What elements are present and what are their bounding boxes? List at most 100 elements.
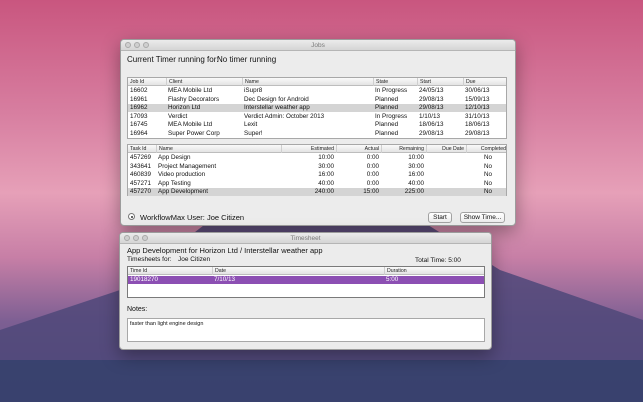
cell-name: Super! [244, 130, 263, 137]
cell-state: Planned [375, 95, 399, 103]
cell-start: 18/06/13 [419, 121, 444, 129]
cell-client: Super Power Corp [168, 130, 220, 137]
start-button[interactable]: Start [428, 212, 452, 223]
cell-due: 30/06/13 [465, 87, 490, 94]
table-row[interactable]: 16602 MEA Mobile Ltd iSupr8 In Progress 24/0… [128, 87, 506, 95]
cell-id: 457270 [130, 188, 152, 196]
cell-id: 343641 [130, 162, 152, 170]
cell-completed: No [483, 188, 492, 196]
cell-duration: 5:00 [386, 276, 399, 283]
cell-state: Planned [375, 104, 399, 112]
cell-actual: 0:00 [366, 171, 379, 179]
cell-name: iSupr8 [244, 87, 263, 94]
col-time-id[interactable]: Time Id [128, 267, 212, 275]
cell-due [426, 171, 464, 179]
minimize-window-button[interactable] [134, 42, 140, 48]
cell-due [426, 163, 464, 171]
table-row[interactable]: 16962 Horizon Ltd Interstellar weather app… [128, 104, 506, 113]
cell-id: 19018270 [130, 276, 159, 283]
current-timer-label: Current Timer running for: [127, 55, 219, 64]
cell-name: Project Management [158, 162, 217, 170]
col-due-date[interactable]: Due Date [426, 145, 466, 153]
timesheet-window: Timesheet App Development for Horizon Lt… [119, 232, 492, 350]
col-duration[interactable]: Duration [384, 267, 486, 275]
col-remaining[interactable]: Remaining [381, 145, 426, 153]
table-row[interactable]: 457271 App Testing 40:00 0:00 40:00 No [128, 180, 506, 188]
zoom-window-button[interactable] [142, 235, 148, 241]
cell-due [426, 180, 464, 188]
jobs-table: Job Id Client Name State Start Due 16602… [127, 77, 507, 139]
cell-id: 16962 [130, 104, 148, 112]
cell-client: MEA Mobile Ltd [168, 121, 213, 129]
current-timer-value: No timer running [217, 55, 277, 64]
col-due[interactable]: Due [463, 78, 508, 86]
workflowmax-user-label: WorkflowMax User: Joe Citizen [140, 213, 245, 222]
cell-id: 16961 [130, 95, 148, 103]
close-window-button[interactable] [125, 42, 131, 48]
cell-state: In Progress [375, 87, 408, 94]
cell-actual: 15:00 [363, 188, 379, 196]
cell-due: 31/10/13 [465, 112, 490, 120]
cell-name: Lexit [244, 121, 258, 129]
cell-id: 460839 [130, 171, 152, 179]
table-row[interactable]: 343641 Project Management 30:00 0:00 30:00 No [128, 163, 506, 171]
notes-textarea[interactable]: faster than light engine design [127, 318, 485, 342]
col-state[interactable]: State [373, 78, 417, 86]
zoom-window-button[interactable] [143, 42, 149, 48]
cell-id: 457271 [130, 179, 152, 187]
cell-completed: No [483, 162, 492, 170]
col-estimated[interactable]: Estimated [281, 145, 336, 153]
cell-name: Video production [158, 171, 206, 179]
timesheet-window-title: Timesheet [290, 235, 321, 242]
col-task-name[interactable]: Name [156, 145, 281, 153]
timesheet-table-header: Time Id Date Duration [128, 267, 484, 275]
cell-id: 16602 [130, 87, 148, 94]
minimize-window-button[interactable] [133, 235, 139, 241]
col-name[interactable]: Name [242, 78, 373, 86]
user-radio-icon[interactable] [128, 213, 135, 220]
cell-client: Horizon Ltd [168, 104, 201, 112]
timesheet-table: Time Id Date Duration 19018270 7/10/13 5:0… [127, 266, 485, 298]
close-window-button[interactable] [124, 235, 130, 241]
cell-actual: 0:00 [366, 179, 379, 187]
table-row[interactable]: 460839 Video production 16:00 0:00 16:00 No [128, 171, 506, 179]
cell-start: 24/05/13 [419, 87, 444, 94]
col-date[interactable]: Date [212, 267, 384, 275]
timesheets-for-label: Timesheets for: [127, 256, 172, 263]
cell-estimated: 30:00 [318, 162, 334, 170]
cell-name: App Design [158, 154, 191, 161]
cell-name: Verdict Admin: October 2013 [244, 112, 325, 120]
cell-remaining: 225:00 [404, 188, 424, 196]
cell-remaining: 40:00 [408, 179, 424, 187]
show-time-button[interactable]: Show Time... [460, 212, 505, 223]
col-task-id[interactable]: Task Id [128, 145, 156, 153]
col-completed[interactable]: Completed [466, 145, 508, 153]
col-start[interactable]: Start [417, 78, 463, 86]
cell-name: Interstellar weather app [244, 104, 310, 112]
cell-client: Flashy Decorators [168, 95, 220, 103]
cell-completed: No [483, 154, 492, 161]
table-row[interactable]: 457270 App Development 240:00 15:00 225:00 No [128, 188, 506, 197]
table-row[interactable]: 17093 Verdict Verdict Admin: October 2013 I… [128, 113, 506, 121]
cell-id: 17093 [130, 112, 148, 120]
cell-actual: 0:00 [366, 162, 379, 170]
total-time: Total Time: 5:00 [415, 257, 461, 264]
jobs-table-header: Job Id Client Name State Start Due [128, 78, 506, 86]
tasks-table-header: Task Id Name Estimated Actual Remaining … [128, 145, 506, 153]
table-row[interactable]: 16745 MEA Mobile Ltd Lexit Planned 18/06/13 1… [128, 121, 506, 129]
cell-due: 29/08/13 [465, 130, 490, 137]
col-client[interactable]: Client [166, 78, 242, 86]
jobs-window: Jobs Current Timer running for: No timer… [120, 39, 516, 226]
cell-client: Verdict [168, 112, 188, 120]
table-row[interactable]: 16964 Super Power Corp Super! Planned 29/08/… [128, 130, 506, 138]
cell-completed: No [483, 171, 492, 179]
table-row[interactable]: 457269 App Design 10:00 0:00 10:00 No [128, 154, 506, 162]
cell-state: Planned [375, 121, 399, 129]
timesheets-for-value: Joe Citizen [178, 256, 211, 263]
table-row[interactable]: 19018270 7/10/13 5:00 [128, 276, 484, 284]
cell-due [426, 188, 464, 196]
cell-client: MEA Mobile Ltd [168, 87, 213, 94]
table-row[interactable]: 16961 Flashy Decorators Dec Design for And… [128, 96, 506, 104]
col-actual[interactable]: Actual [336, 145, 381, 153]
col-job-id[interactable]: Job Id [128, 78, 166, 86]
